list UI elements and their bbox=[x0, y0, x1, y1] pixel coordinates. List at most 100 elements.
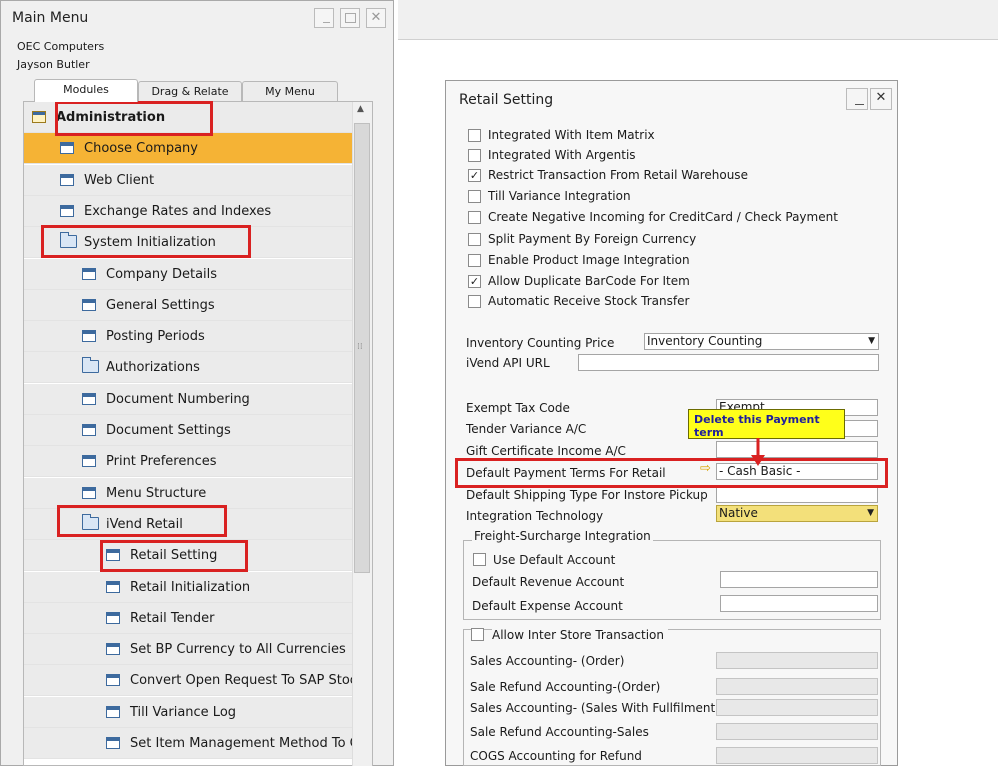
annotation-callout: Delete this Payment term bbox=[688, 409, 845, 439]
use-default-account-checkbox[interactable] bbox=[473, 553, 486, 566]
menu-item-till-variance-log[interactable]: Till Variance Log bbox=[24, 696, 352, 728]
form-icon bbox=[106, 643, 120, 656]
inter-store-checkbox[interactable] bbox=[471, 628, 484, 641]
rs-close-button[interactable]: ✕ bbox=[870, 88, 892, 110]
form-icon bbox=[82, 330, 96, 343]
highlight-ivend-retail bbox=[57, 505, 227, 537]
setting-checkbox-label: Create Negative Incoming for CreditCard … bbox=[488, 210, 838, 224]
setting-checkbox[interactable] bbox=[468, 149, 481, 162]
menu-item-menu-structure[interactable]: Menu Structure bbox=[24, 477, 352, 509]
menu-item-label: Retail Initialization bbox=[130, 579, 251, 595]
highlight-administration bbox=[55, 101, 213, 136]
menu-item-label: Exchange Rates and Indexes bbox=[84, 203, 272, 219]
menu-item-label: Set Item Management Method To On bbox=[130, 736, 352, 751]
form-icon bbox=[106, 580, 120, 593]
tab-drag-relate[interactable]: Drag & Relate bbox=[138, 81, 242, 102]
setting-checkbox[interactable] bbox=[468, 233, 481, 246]
close-button[interactable]: ✕ bbox=[366, 8, 386, 28]
menu-item-label: Till Variance Log bbox=[130, 704, 237, 720]
close-icon: ✕ bbox=[370, 10, 382, 25]
setting-checkbox-label: Split Payment By Foreign Currency bbox=[488, 232, 697, 246]
setting-checkbox-label: Integrated With Argentis bbox=[488, 148, 636, 162]
menu-item-company-details[interactable]: Company Details bbox=[24, 258, 352, 290]
menu-item-label: Menu Structure bbox=[106, 485, 207, 501]
menu-item-label: Document Numbering bbox=[106, 391, 250, 407]
menu-item-label: Print Preferences bbox=[106, 454, 217, 470]
menu-item-authorizations[interactable]: Authorizations bbox=[24, 352, 352, 384]
ivend-api-url-input[interactable] bbox=[578, 354, 879, 371]
ivend-api-url-label: iVend API URL bbox=[466, 356, 550, 370]
inter-store-field-input[interactable] bbox=[716, 652, 878, 669]
menu-item-set-item-management-method-to-on[interactable]: Set Item Management Method To On bbox=[24, 728, 352, 759]
menu-item-label: Set BP Currency to All Currencies bbox=[130, 642, 346, 658]
setting-checkbox[interactable] bbox=[468, 211, 481, 224]
dropdown-arrow-icon: ▼ bbox=[867, 508, 874, 518]
menu-item-retail-initialization[interactable]: Retail Initialization bbox=[24, 571, 352, 603]
inter-store-field-input[interactable] bbox=[716, 699, 878, 716]
form-icon bbox=[106, 705, 120, 718]
setting-checkbox[interactable] bbox=[468, 129, 481, 142]
setting-checkbox-label: Integrated With Item Matrix bbox=[488, 128, 655, 142]
menu-item-label: Authorizations bbox=[106, 360, 200, 376]
minimize-button[interactable] bbox=[314, 8, 334, 28]
form-icon bbox=[82, 267, 96, 280]
form-icon bbox=[82, 455, 96, 468]
gift-certificate-label: Gift Certificate Income A/C bbox=[466, 444, 626, 458]
menu-item-web-client[interactable]: Web Client bbox=[24, 164, 352, 196]
inventory-counting-price-select[interactable]: Inventory Counting ▼ bbox=[644, 333, 879, 350]
setting-checkbox[interactable] bbox=[468, 190, 481, 203]
menu-item-choose-company[interactable]: Choose Company bbox=[24, 133, 352, 165]
maximize-button[interactable] bbox=[340, 8, 360, 28]
menu-item-retail-tender[interactable]: Retail Tender bbox=[24, 602, 352, 634]
inter-store-field-input[interactable] bbox=[716, 747, 878, 764]
annotation-arrow-icon bbox=[751, 438, 765, 466]
menu-item-label: Web Client bbox=[84, 172, 155, 188]
default-shipping-input[interactable] bbox=[716, 486, 878, 503]
menu-item-exchange-rates-and-indexes[interactable]: Exchange Rates and Indexes bbox=[24, 195, 352, 227]
scroll-up-icon[interactable]: ▲ bbox=[357, 104, 364, 114]
minimize-icon bbox=[855, 104, 864, 105]
inter-store-label: Allow Inter Store Transaction bbox=[492, 628, 669, 642]
integration-technology-select[interactable]: Native ▼ bbox=[716, 505, 878, 522]
form-icon bbox=[82, 486, 96, 499]
menu-item-convert-open-request-to-sap-stock[interactable]: Convert Open Request To SAP Stock bbox=[24, 665, 352, 697]
inventory-counting-price-label: Inventory Counting Price bbox=[466, 336, 615, 350]
inter-store-field-input[interactable] bbox=[716, 678, 878, 695]
setting-checkbox[interactable]: ✓ bbox=[468, 169, 481, 182]
menu-item-set-bp-currency-to-all-currencies[interactable]: Set BP Currency to All Currencies bbox=[24, 634, 352, 666]
main-menu-title: Main Menu bbox=[12, 10, 89, 26]
integration-technology-label: Integration Technology bbox=[466, 509, 604, 523]
company-name: OEC Computers bbox=[17, 40, 105, 53]
inter-store-field-label: Sale Refund Accounting-Sales bbox=[470, 725, 649, 739]
form-icon bbox=[106, 611, 120, 624]
menu-item-document-numbering[interactable]: Document Numbering bbox=[24, 383, 352, 415]
menu-item-general-settings[interactable]: General Settings bbox=[24, 289, 352, 321]
menu-item-document-settings[interactable]: Document Settings bbox=[24, 415, 352, 446]
folder-closed-icon bbox=[82, 357, 99, 374]
grip-icon: ⁞⁞ bbox=[357, 342, 363, 352]
setting-checkbox[interactable]: ✓ bbox=[468, 275, 481, 288]
menu-item-posting-periods[interactable]: Posting Periods bbox=[24, 321, 352, 353]
tab-modules[interactable]: Modules bbox=[34, 79, 138, 102]
workspace-header bbox=[398, 0, 998, 40]
highlight-system-initialization bbox=[41, 225, 251, 258]
setting-checkbox[interactable] bbox=[468, 254, 481, 267]
menu-item-label: General Settings bbox=[106, 297, 215, 313]
menu-item-label: Document Settings bbox=[106, 423, 231, 438]
tab-my-menu[interactable]: My Menu bbox=[242, 81, 338, 102]
rs-minimize-button[interactable] bbox=[846, 88, 868, 110]
default-revenue-input[interactable] bbox=[720, 571, 878, 588]
inter-store-field-label: COGS Accounting for Refund bbox=[470, 749, 642, 763]
setting-checkbox-label: Restrict Transaction From Retail Warehou… bbox=[488, 168, 748, 182]
default-expense-input[interactable] bbox=[720, 595, 878, 612]
inter-store-field-input[interactable] bbox=[716, 723, 878, 740]
use-default-account-label: Use Default Account bbox=[493, 553, 616, 567]
gift-certificate-input[interactable] bbox=[716, 441, 878, 458]
form-icon bbox=[106, 674, 120, 687]
setting-checkbox[interactable] bbox=[468, 295, 481, 308]
inter-store-field-label: Sales Accounting- (Order) bbox=[470, 654, 625, 668]
menu-tree: Administration Choose Company Web Client Ex… bbox=[23, 101, 373, 766]
menu-item-print-preferences[interactable]: Print Preferences bbox=[24, 446, 352, 478]
dropdown-arrow-icon: ▼ bbox=[868, 336, 875, 346]
tender-variance-label: Tender Variance A/C bbox=[466, 422, 587, 436]
